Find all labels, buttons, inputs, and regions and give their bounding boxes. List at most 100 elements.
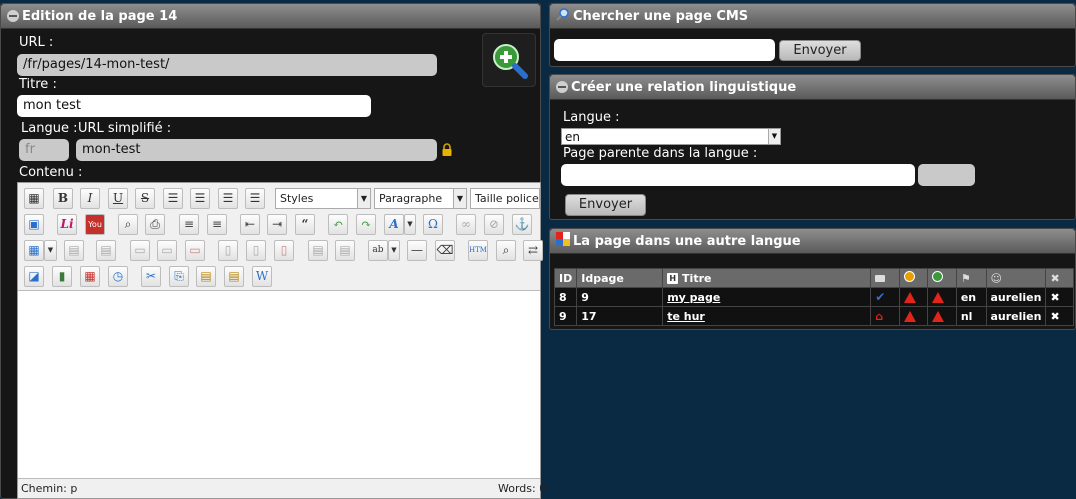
langue-field: fr: [19, 139, 69, 161]
preview-icon[interactable]: ⌕: [118, 214, 138, 235]
col-after-icon[interactable]: ▯: [246, 240, 266, 261]
row-after-icon[interactable]: ▭: [157, 240, 177, 261]
paste-text-icon[interactable]: ▤: [224, 266, 244, 287]
eraser-icon[interactable]: ⌫: [435, 240, 455, 261]
delete-icon[interactable]: ✖: [1050, 291, 1059, 304]
font-size-select[interactable]: Taille police: [470, 188, 540, 209]
spellcheck-dropdown-icon[interactable]: ▼: [388, 240, 400, 261]
list-insert-icon[interactable]: Li: [57, 214, 77, 235]
align-center-icon[interactable]: ☰: [190, 188, 210, 209]
check-icon[interactable]: ✔: [875, 290, 885, 304]
col-idpage[interactable]: Idpage: [576, 268, 664, 288]
col-delete-icon[interactable]: ▯: [274, 240, 294, 261]
col-id[interactable]: ID: [553, 268, 578, 288]
table-props-icon[interactable]: ▤: [64, 240, 84, 261]
anchor-icon[interactable]: ⚓: [512, 214, 532, 235]
editor-toolbar: ▦ B I U S ☰ ☰ ☰ ☰ Styles ▼ Paragraphe ▼ Ta…: [18, 183, 543, 291]
row-idpage: 17: [576, 306, 664, 326]
user-icon: ☺: [990, 271, 1002, 285]
date-icon[interactable]: ▦: [80, 266, 100, 287]
special-char-button[interactable]: Ω: [423, 214, 443, 235]
parent-page-helper[interactable]: [918, 164, 975, 186]
split-cell-icon[interactable]: ▤: [308, 240, 328, 261]
cut-icon[interactable]: ✂: [141, 266, 161, 287]
delete-icon[interactable]: ✖: [1050, 310, 1059, 323]
align-justify-icon[interactable]: ☰: [245, 188, 265, 209]
link-icon[interactable]: ∞: [456, 214, 476, 235]
copy-icon[interactable]: ⎘: [169, 266, 189, 287]
search-input[interactable]: [554, 39, 775, 61]
strikethrough-button[interactable]: S: [135, 188, 155, 209]
redo-icon[interactable]: ↷: [356, 214, 376, 235]
media-icon[interactable]: ▮: [52, 266, 72, 287]
collapse-icon[interactable]: [556, 81, 568, 93]
outdent-icon[interactable]: ⇤: [240, 214, 260, 235]
parent-page-input[interactable]: [561, 164, 915, 186]
align-left-icon[interactable]: ☰: [163, 188, 183, 209]
horizontal-rule-icon[interactable]: —: [407, 240, 427, 261]
row-user: aurelien: [985, 306, 1047, 326]
row-status-g-cell: [898, 287, 929, 307]
title-input[interactable]: mon test: [17, 95, 371, 117]
paragraph-select-value: Paragraphe: [379, 192, 443, 205]
visual-aid-icon[interactable]: ◪: [24, 266, 44, 287]
table-dropdown-icon[interactable]: ▼: [44, 240, 57, 261]
cell-props-icon[interactable]: ▤: [96, 240, 116, 261]
replace-icon[interactable]: ⇄: [523, 240, 543, 261]
paste-icon[interactable]: ▤: [196, 266, 216, 287]
warning-icon[interactable]: [932, 311, 945, 322]
contenu-label: Contenu :: [19, 165, 83, 180]
align-right-icon[interactable]: ☰: [218, 188, 238, 209]
paragraph-select[interactable]: Paragraphe ▼: [374, 188, 467, 209]
other-language-title: La page dans une autre langue: [573, 233, 801, 249]
table-header-row: ID Idpage H Titre ⚑ ☺ ✖: [553, 268, 1074, 288]
toolbar-toggle-icon[interactable]: ▦: [24, 188, 44, 209]
relation-title: Créer une relation linguistique: [571, 79, 797, 95]
youtube-icon[interactable]: You: [85, 214, 105, 235]
home-icon[interactable]: ⌂: [875, 310, 883, 323]
bullet-list-icon[interactable]: ≡: [179, 214, 199, 235]
search-icon[interactable]: ⌕: [496, 240, 516, 261]
styles-select[interactable]: Styles ▼: [275, 188, 371, 209]
relation-submit-button[interactable]: Envoyer: [565, 194, 646, 216]
row-lang: nl: [955, 306, 987, 326]
table-icon[interactable]: ▦: [24, 240, 44, 261]
title-label: Titre :: [19, 77, 57, 92]
bold-button[interactable]: B: [53, 188, 73, 209]
add-zoom-icon[interactable]: [482, 33, 536, 87]
col-titre[interactable]: H Titre: [662, 268, 872, 288]
col-before-icon[interactable]: ▯: [218, 240, 238, 261]
search-submit-button[interactable]: Envoyer: [779, 40, 861, 61]
underline-button[interactable]: U: [108, 188, 128, 209]
warning-icon[interactable]: [903, 311, 916, 322]
row-delete-icon[interactable]: ▭: [185, 240, 205, 261]
row-titre-cell: te hur: [662, 306, 872, 326]
warning-icon[interactable]: [932, 292, 945, 303]
html-source-icon[interactable]: HTML: [468, 240, 488, 261]
time-icon[interactable]: ◷: [108, 266, 128, 287]
page-title-link[interactable]: te hur: [667, 310, 705, 323]
search-title: Chercher une page CMS: [573, 8, 749, 24]
blockquote-button[interactable]: “: [295, 214, 315, 235]
edit-page-header: Edition de la page 14: [1, 4, 540, 29]
page-title-link[interactable]: my page: [667, 291, 720, 304]
numbered-list-icon[interactable]: ≡: [207, 214, 227, 235]
unlink-icon[interactable]: ⊘: [484, 214, 504, 235]
print-icon[interactable]: ⎙: [145, 214, 165, 235]
collapse-icon[interactable]: [7, 10, 19, 22]
spellcheck-icon[interactable]: ab: [368, 240, 388, 261]
url-simplifie-field: mon-test: [76, 139, 437, 161]
text-color-icon[interactable]: A: [384, 214, 404, 235]
italic-button[interactable]: I: [80, 188, 100, 209]
image-insert-icon[interactable]: ▣: [24, 214, 44, 235]
indent-icon[interactable]: ⇥: [267, 214, 287, 235]
status-g-icon: [903, 271, 915, 282]
paste-word-icon[interactable]: W: [252, 266, 272, 287]
col-delete: ✖: [1045, 268, 1074, 288]
merge-cell-icon[interactable]: ▤: [335, 240, 355, 261]
relation-langue-select[interactable]: en ▼: [561, 128, 781, 145]
warning-icon[interactable]: [903, 292, 916, 303]
text-color-dropdown-icon[interactable]: ▼: [404, 214, 416, 235]
row-insert-icon[interactable]: ▭: [130, 240, 150, 261]
undo-icon[interactable]: ↶: [328, 214, 348, 235]
